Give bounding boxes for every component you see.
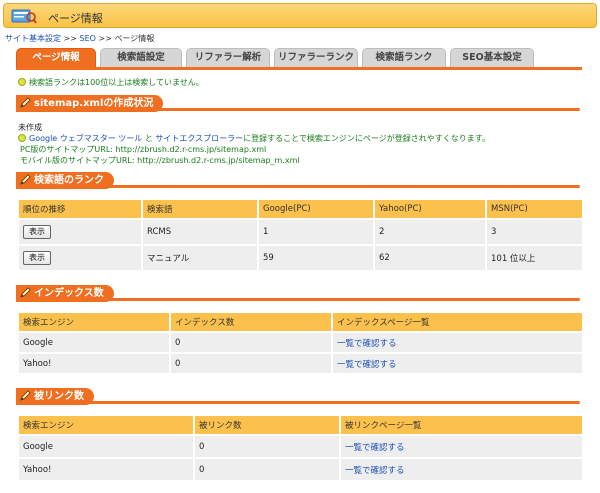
tab-referrer-rank[interactable]: リファラーランク <box>274 48 358 67</box>
yahoo-rank: 2 <box>375 220 485 244</box>
section-title-text: sitemap.xmlの作成状況 <box>34 98 154 109</box>
table-row: Google 0 一覧で確認する <box>19 333 582 352</box>
engine-name: Yahoo! <box>19 354 169 373</box>
breadcrumb-item-seo[interactable]: SEO <box>80 34 96 43</box>
search-term: マニュアル <box>143 246 257 270</box>
engine-name: Google <box>19 436 193 457</box>
page-info-icon <box>11 9 37 24</box>
tab-underline <box>16 67 582 70</box>
backlink-count: 0 <box>195 436 339 457</box>
rank-notice: 検索語ランクは100位以上は検索していません。 <box>18 77 204 88</box>
column-header: 被リンクページ一覧 <box>341 416 582 434</box>
webmaster-tools-link[interactable]: Google ウェブマスター ツール <box>29 134 142 143</box>
index-table: 検索エンジン インデックス数 インデックスページ一覧 Google 0 一覧で確… <box>17 311 584 375</box>
pc-sitemap-url-value: http://zbrush.d2.r-cms.jp/sitemap.xml <box>115 145 267 154</box>
section-title-text: インデックス数 <box>34 288 104 299</box>
table-header-row: 順位の推移 検索語 Google(PC) Yahoo(PC) MSN(PC) <box>19 200 582 218</box>
page-title: ページ情報 <box>48 12 103 25</box>
section-header-sitemap: sitemap.xmlの作成状況 <box>16 95 582 112</box>
column-header: MSN(PC) <box>487 200 582 218</box>
tab-seo-basic-settings[interactable]: SEO基本設定 <box>450 48 534 67</box>
breadcrumb-separator: >> <box>63 34 77 43</box>
tab-page-info[interactable]: ページ情報 <box>16 48 96 67</box>
mobile-sitemap-url: モバイル版のサイトマップURL: http://zbrush.d2.r-cms.… <box>18 155 490 166</box>
column-header: 検索語 <box>143 200 257 218</box>
pc-sitemap-url: PC版のサイトマップURL: http://zbrush.d2.r-cms.jp… <box>18 144 490 155</box>
table-row: Yahoo! 0 一覧で確認する <box>19 354 582 373</box>
column-header: インデックスページ一覧 <box>333 313 582 331</box>
search-term: RCMS <box>143 220 257 244</box>
column-header: 被リンク数 <box>195 416 339 434</box>
section-title-index: インデックス数 <box>16 285 114 302</box>
view-list-link[interactable]: 一覧で確認する <box>337 339 397 349</box>
column-header: Google(PC) <box>259 200 373 218</box>
index-count: 0 <box>171 333 331 352</box>
table-row: Google 0 一覧で確認する <box>19 436 582 457</box>
sitemap-description: Google ウェブマスター ツール と サイトエクスプローラーに登録することで… <box>18 133 490 144</box>
pencil-icon <box>20 287 31 298</box>
msn-rank: 101 位以上 <box>487 246 582 270</box>
show-trend-button[interactable]: 表示 <box>23 251 51 265</box>
section-header-backlinks: 被リンク数 <box>16 388 582 405</box>
sitemap-status: 未作成 <box>18 123 42 132</box>
section-title-sitemap: sitemap.xmlの作成状況 <box>16 95 164 112</box>
breadcrumb-item-current: ページ情報 <box>114 34 155 43</box>
table-row: Yahoo! 0 一覧で確認する <box>19 459 582 480</box>
msn-rank: 3 <box>487 220 582 244</box>
table-header-row: 検索エンジン インデックス数 インデックスページ一覧 <box>19 313 582 331</box>
pencil-icon <box>20 174 31 185</box>
column-header: Yahoo(PC) <box>375 200 485 218</box>
site-explorer-link[interactable]: サイトエクスプローラー <box>155 134 243 143</box>
backlinks-table: 検索エンジン 被リンク数 被リンクページ一覧 Google 0 一覧で確認する … <box>17 414 584 482</box>
column-header: インデックス数 <box>171 313 331 331</box>
rank-table: 順位の推移 検索語 Google(PC) Yahoo(PC) MSN(PC) 表… <box>17 198 584 272</box>
section-header-rank: 検索語のランク <box>16 172 582 189</box>
sitemap-info: 未作成 Google ウェブマスター ツール と サイトエクスプローラーに登録す… <box>18 122 490 166</box>
section-title-backlinks: 被リンク数 <box>16 388 94 405</box>
engine-name: Google <box>19 333 169 352</box>
section-title-text: 被リンク数 <box>34 391 84 402</box>
description-text: に登録することで検索エンジンにページが登録されやすくなります。 <box>243 134 490 143</box>
column-header: 検索エンジン <box>19 416 193 434</box>
index-count: 0 <box>171 354 331 373</box>
description-text: と <box>144 134 153 143</box>
table-header-row: 検索エンジン 被リンク数 被リンクページ一覧 <box>19 416 582 434</box>
breadcrumb-item-site-settings[interactable]: サイト基本設定 <box>5 34 61 43</box>
view-list-link[interactable]: 一覧で確認する <box>345 466 405 476</box>
rank-notice-text: 検索語ランクは100位以上は検索していません。 <box>29 78 204 87</box>
section-header-index: インデックス数 <box>16 285 582 302</box>
breadcrumb-separator: >> <box>98 34 112 43</box>
backlink-count: 0 <box>195 459 339 480</box>
pc-sitemap-label: PC版のサイトマップURL: <box>20 145 113 154</box>
pencil-icon <box>20 97 31 108</box>
pencil-icon <box>20 390 31 401</box>
column-header: 検索エンジン <box>19 313 169 331</box>
section-title-text: 検索語のランク <box>34 175 104 186</box>
table-row: 表示 マニュアル 59 62 101 位以上 <box>19 246 582 270</box>
yahoo-rank: 62 <box>375 246 485 270</box>
view-list-link[interactable]: 一覧で確認する <box>337 360 397 370</box>
tab-search-term-rank[interactable]: 検索語ランク <box>362 48 446 67</box>
view-list-link[interactable]: 一覧で確認する <box>345 443 405 453</box>
section-divider <box>16 401 580 404</box>
tab-search-term-settings[interactable]: 検索語設定 <box>100 48 182 67</box>
google-rank: 59 <box>259 246 373 270</box>
title-bar: ページ情報 <box>3 3 597 28</box>
mobile-sitemap-url-value: http://zbrush.d2.r-cms.jp/sitemap_m.xml <box>137 156 300 165</box>
bulb-icon <box>18 134 26 142</box>
google-rank: 1 <box>259 220 373 244</box>
breadcrumb: サイト基本設定 >> SEO >> ページ情報 <box>5 33 154 44</box>
table-row: 表示 RCMS 1 2 3 <box>19 220 582 244</box>
bulb-icon <box>18 78 26 86</box>
engine-name: Yahoo! <box>19 459 193 480</box>
mobile-sitemap-label: モバイル版のサイトマップURL: <box>20 156 135 165</box>
tab-referrer-analysis[interactable]: リファラー解析 <box>186 48 270 67</box>
show-trend-button[interactable]: 表示 <box>23 225 51 239</box>
column-header: 順位の推移 <box>19 200 141 218</box>
section-title-rank: 検索語のランク <box>16 172 114 189</box>
